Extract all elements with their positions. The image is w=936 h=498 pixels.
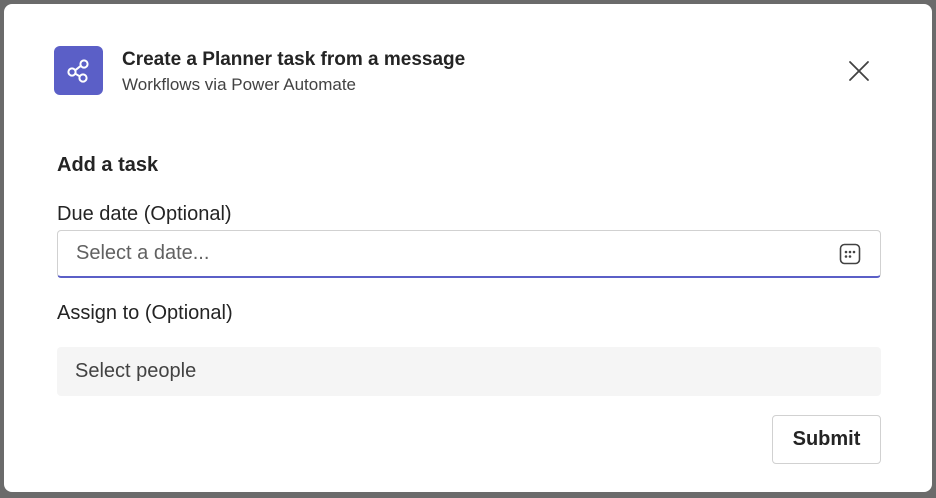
dialog-subtitle: Workflows via Power Automate	[122, 75, 356, 94]
people-picker-placeholder: Select people	[75, 360, 197, 382]
calendar-button[interactable]	[838, 242, 862, 266]
close-button[interactable]	[842, 54, 876, 88]
share-nodes-icon	[54, 46, 103, 95]
due-date-label: Due date (Optional)	[57, 203, 232, 225]
workflow-dialog: Create a Planner task from a message Wor…	[4, 4, 932, 492]
due-date-field	[57, 230, 881, 278]
assign-to-label: Assign to (Optional)	[57, 302, 233, 324]
assign-to-people-picker[interactable]: Select people	[57, 347, 881, 396]
close-icon	[849, 61, 869, 81]
due-date-input[interactable]	[58, 231, 818, 275]
calendar-icon	[839, 243, 861, 265]
form-heading: Add a task	[57, 154, 159, 176]
submit-button[interactable]: Submit	[772, 415, 881, 464]
dialog-title: Create a Planner task from a message	[122, 49, 466, 70]
